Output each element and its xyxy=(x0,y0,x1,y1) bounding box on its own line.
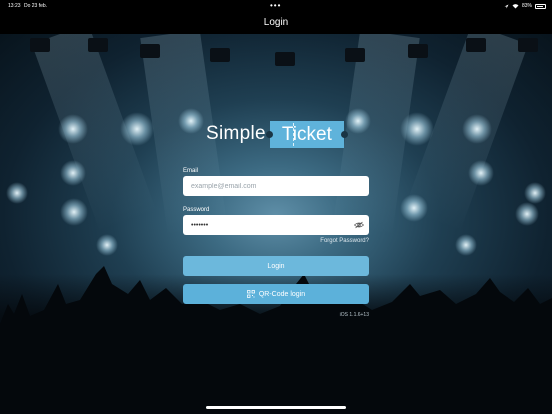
stage-light xyxy=(60,198,88,226)
status-time: 13:23 xyxy=(8,3,21,9)
stage-light xyxy=(524,182,546,204)
qr-code-icon xyxy=(246,290,255,298)
multitask-dots[interactable]: ••• xyxy=(270,1,281,10)
logo-ticket-badge: Ticket xyxy=(265,120,348,148)
forgot-password-link[interactable]: Forgot Password? xyxy=(320,238,369,244)
stage-fixture xyxy=(408,44,428,58)
stage-light xyxy=(345,108,371,134)
stage-light xyxy=(400,194,428,222)
ticket-perforation xyxy=(292,122,294,146)
battery-percent: 83% xyxy=(521,3,532,9)
stage-fixture xyxy=(88,38,108,52)
password-label: Password xyxy=(183,207,210,213)
page-title: Login xyxy=(263,17,289,28)
stage-fixture xyxy=(30,38,50,52)
qr-button-label: QR-Code login xyxy=(258,290,306,298)
email-label: Email xyxy=(183,168,199,174)
stage-fixture xyxy=(275,52,295,66)
stage-light xyxy=(6,182,28,204)
stage-light xyxy=(178,108,204,134)
stage-fixture xyxy=(466,38,486,52)
password-field[interactable] xyxy=(183,215,369,235)
wifi-icon xyxy=(512,3,519,9)
qr-login-button[interactable]: QR-Code login xyxy=(183,284,369,304)
stage-fixture xyxy=(518,38,538,52)
stage-light xyxy=(462,114,492,144)
login-button[interactable]: Login xyxy=(183,256,369,276)
status-date: Do 23 feb. xyxy=(24,3,48,9)
status-bar: 13:23 Do 23 feb. ••• 83% xyxy=(0,0,552,12)
stage-light xyxy=(468,160,494,186)
email-field[interactable] xyxy=(183,176,369,196)
logo-word-simple: Simple xyxy=(206,123,266,144)
status-right: 83% xyxy=(504,3,546,9)
location-icon xyxy=(504,4,509,8)
eye-slash-icon[interactable] xyxy=(354,221,364,229)
login-button-label: Login xyxy=(267,262,285,270)
stage-light xyxy=(58,114,88,144)
stage-light xyxy=(120,112,154,146)
stage-fixture xyxy=(345,48,365,62)
stage-fixture xyxy=(140,44,160,58)
version-label: iOS 1.1.6+13 xyxy=(339,312,369,318)
app-logo: Simple Ticket xyxy=(206,120,348,148)
stage-light xyxy=(515,202,539,226)
home-indicator[interactable] xyxy=(206,406,346,409)
stage-fixture xyxy=(210,48,230,62)
logo-word-ticket: Ticket xyxy=(281,123,332,145)
stage-light xyxy=(400,112,434,146)
nav-bar: Login xyxy=(0,12,552,34)
battery-icon xyxy=(535,3,546,9)
stage-light xyxy=(60,160,86,186)
